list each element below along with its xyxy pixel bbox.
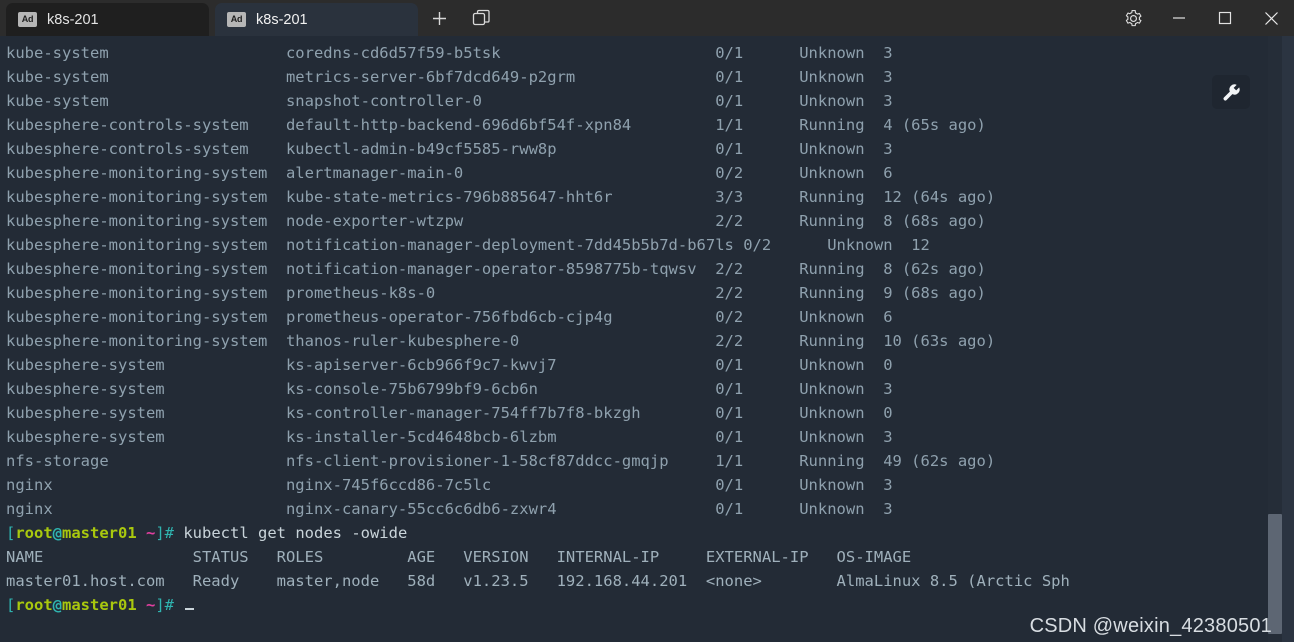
pod-row: kube-system snapshot-controller-0 0/1 Un… [6, 92, 893, 110]
terminal-window: Ad k8s-201 Ad k8s-201 kube-system coredn… [0, 0, 1294, 642]
pod-row: kubesphere-system ks-console-75b6799bf9-… [6, 380, 893, 398]
pod-row: kubesphere-monitoring-system node-export… [6, 212, 986, 230]
tab-k8s-201-1[interactable]: Ad k8s-201 [6, 3, 209, 36]
prompt-line[interactable]: [root@master01 ~]# [6, 593, 1070, 617]
panes-icon [472, 9, 490, 25]
pane-layout-button[interactable] [460, 0, 502, 36]
terminal-scrollbar[interactable] [1268, 36, 1282, 642]
pod-row: nfs-storage nfs-client-provisioner-1-58c… [6, 452, 996, 470]
pod-row: nginx nginx-745f6ccd86-7c5lc 0/1 Unknown… [6, 476, 893, 494]
terminal-text: kube-system coredns-cd6d57f59-b5tsk 0/1 … [6, 41, 1070, 617]
pod-row: kubesphere-monitoring-system notificatio… [6, 260, 986, 278]
pod-row: nginx nginx-canary-55cc6c6db6-zxwr4 0/1 … [6, 500, 893, 518]
new-tab-button[interactable] [418, 0, 460, 36]
pod-row: kubesphere-system ks-controller-manager-… [6, 404, 893, 422]
tab-strip: Ad k8s-201 Ad k8s-201 [0, 0, 502, 36]
pod-row: kubesphere-system ks-installer-5cd4648bc… [6, 428, 893, 446]
pod-row: kubesphere-system ks-apiserver-6cb966f9c… [6, 356, 893, 374]
pod-row: kube-system coredns-cd6d57f59-b5tsk 0/1 … [6, 44, 893, 62]
watermark-text: CSDN @weixin_42380501 [1029, 615, 1272, 637]
ad-badge-icon: Ad [227, 12, 246, 27]
terminal-right-gutter [1282, 36, 1294, 642]
ad-badge-icon: Ad [18, 12, 37, 27]
titlebar-drag-region [502, 0, 1110, 36]
nodes-header-row: NAME STATUS ROLES AGE VERSION INTERNAL-I… [6, 548, 912, 566]
plus-icon [432, 11, 446, 25]
pod-row: kubesphere-monitoring-system notificatio… [6, 236, 930, 254]
tab-label: k8s-201 [256, 11, 308, 28]
command-line: [root@master01 ~]# kubectl get nodes -ow… [6, 524, 408, 542]
settings-button[interactable] [1110, 0, 1156, 36]
tools-button[interactable] [1212, 75, 1250, 109]
tab-label: k8s-201 [47, 11, 99, 28]
maximize-icon [1218, 11, 1232, 25]
pod-row: kubesphere-monitoring-system thanos-rule… [6, 332, 996, 350]
close-button[interactable] [1248, 0, 1294, 36]
close-icon [1264, 11, 1278, 25]
pod-row: kubesphere-monitoring-system kube-state-… [6, 188, 996, 206]
maximize-button[interactable] [1202, 0, 1248, 36]
pod-row: kubesphere-controls-system kubectl-admin… [6, 140, 893, 158]
pod-row: kubesphere-monitoring-system prometheus-… [6, 284, 986, 302]
nodes-data-row: master01.host.com Ready master,node 58d … [6, 572, 1070, 590]
minimize-button[interactable] [1156, 0, 1202, 36]
window-titlebar: Ad k8s-201 Ad k8s-201 [0, 0, 1294, 36]
gear-icon [1125, 9, 1141, 26]
pod-row: kubesphere-monitoring-system prometheus-… [6, 308, 893, 326]
pod-row: kubesphere-controls-system default-http-… [6, 116, 986, 134]
pod-row: kubesphere-monitoring-system alertmanage… [6, 164, 893, 182]
wrench-icon [1223, 83, 1240, 100]
terminal-output-pane[interactable]: kube-system coredns-cd6d57f59-b5tsk 0/1 … [0, 36, 1294, 642]
pod-row: kube-system metrics-server-6bf7dcd649-p2… [6, 68, 893, 86]
tab-k8s-201-2[interactable]: Ad k8s-201 [215, 3, 418, 36]
text-cursor [185, 594, 195, 610]
minimize-icon [1173, 17, 1185, 19]
